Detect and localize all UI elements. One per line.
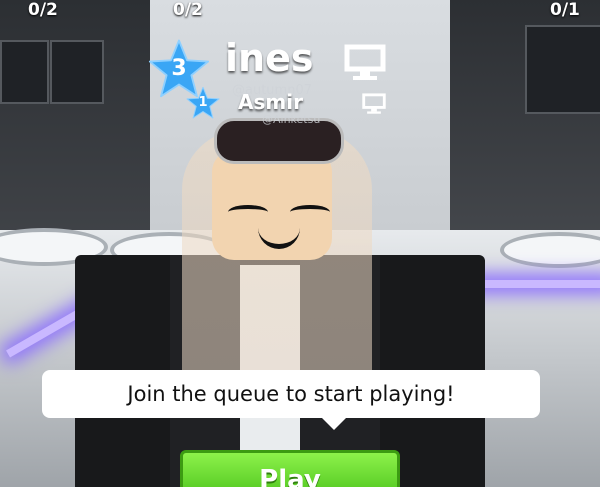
player-level: 1: [198, 95, 208, 110]
play-button[interactable]: Play: [180, 450, 400, 487]
monitor-icon: [344, 44, 386, 80]
player-name: ines: [225, 36, 314, 80]
queue-counter-3: 0/1: [550, 0, 580, 20]
player-name: Asmir: [238, 90, 303, 114]
wall-panel: [50, 40, 104, 104]
game-viewport: 0/2 0/2 0/1 3 ines @autumn07 1 Asmir @Ai…: [0, 0, 600, 487]
wall-panel: [525, 25, 600, 114]
queue-counter-2: 0/2: [173, 0, 203, 20]
tooltip-text: Join the queue to start playing!: [127, 382, 455, 406]
player-handle: @Ainketsu: [262, 113, 321, 126]
player-level: 3: [171, 55, 187, 81]
avatar-eye: [228, 205, 268, 219]
neon-strip: [470, 280, 600, 288]
tooltip-arrow: [322, 418, 346, 430]
queue-counter-1: 0/2: [28, 0, 58, 20]
monitor-icon: [362, 93, 386, 114]
star-badge-icon: 1: [186, 86, 220, 119]
wall-panel: [0, 40, 49, 104]
queue-tooltip: Join the queue to start playing!: [42, 370, 540, 430]
avatar-eye: [290, 205, 330, 219]
